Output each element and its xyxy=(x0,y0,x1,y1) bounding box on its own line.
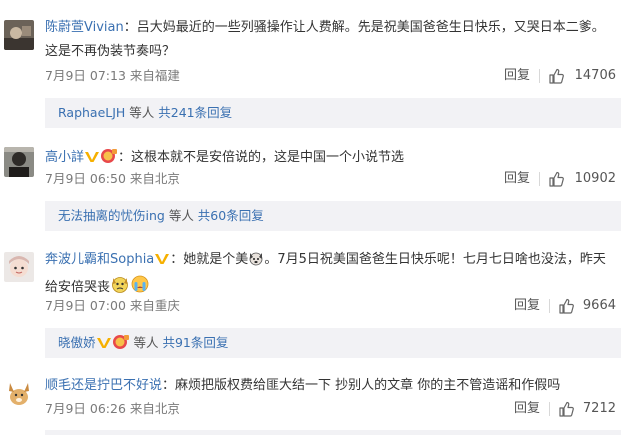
sub-reply-count[interactable]: 共91条回复 xyxy=(162,335,228,350)
thumbs-up-icon[interactable] xyxy=(548,68,564,84)
comment-username[interactable]: 顺毛还是拧巴不好说 xyxy=(45,378,162,393)
comment-username[interactable]: 陈蔚萱Vivian xyxy=(45,20,124,35)
sub-reply-count[interactable]: 共241条回复 xyxy=(158,105,232,120)
vip-badge-icon xyxy=(84,149,100,169)
sub-reply-count[interactable]: 共60条回复 xyxy=(198,208,264,223)
sub-reply-text: 等人 xyxy=(164,208,198,223)
sub-replies-box[interactable]: RaphaeLJH 等人 共241条回复 xyxy=(45,98,621,128)
sub-reply-user[interactable]: 无法抽离的忧伤ing xyxy=(58,208,165,223)
sub-reply-user[interactable]: RaphaeLJH xyxy=(58,105,125,120)
medal-icon xyxy=(112,331,130,361)
avatar[interactable] xyxy=(4,147,34,177)
comment-text: 她就是个美 xyxy=(183,252,249,267)
comment-username[interactable]: 奔波儿霸和Sophia xyxy=(45,252,154,267)
comment-text: 。7月5日祝美国爸爸生日快乐呢！七月七日啥也没法，昨天 xyxy=(264,252,606,267)
sub-reply-text: 等人 xyxy=(125,105,159,120)
vip-badge-icon xyxy=(96,330,112,360)
like-count: 7212 xyxy=(582,401,616,416)
comment-text: 麻烦把版权费给匪大结一下 抄别人的文章 你的主不管造谣和作假吗 xyxy=(175,378,561,393)
colon: ： xyxy=(170,252,184,267)
like-count: 9664 xyxy=(582,298,616,313)
sub-replies-box[interactable]: 晓傲娇 等人 共91条回复 xyxy=(45,328,621,358)
comment-time: 7月9日 07:00 来自重庆 xyxy=(45,298,180,313)
reply-button[interactable]: 回复 xyxy=(506,297,540,315)
medal-icon xyxy=(100,147,118,170)
sub-replies-box[interactable] xyxy=(45,430,621,435)
reply-button[interactable]: 回复 xyxy=(506,400,540,418)
dog-emoji-icon xyxy=(248,250,264,272)
colon: ： xyxy=(162,378,176,393)
like-count: 14706 xyxy=(574,68,616,83)
comment-text: 吕大妈最近的一些列骚操作让人费解。先是祝美国爸爸生日快乐，又哭日本二爹。 xyxy=(136,20,605,35)
comment-time: 7月9日 06:26 来自北京 xyxy=(45,401,180,416)
reply-button[interactable]: 回复 xyxy=(496,170,530,188)
avatar[interactable] xyxy=(4,20,34,50)
comment-time: 7月9日 06:50 来自北京 xyxy=(45,171,180,186)
action-divider xyxy=(539,69,540,83)
colon: ： xyxy=(118,150,132,165)
colon: ： xyxy=(123,20,137,35)
avatar[interactable] xyxy=(4,252,34,282)
sub-replies-box[interactable]: 无法抽离的忧伤ing 等人 共60条回复 xyxy=(45,201,621,231)
comment-text-line2: 这是不再伪装节奏吗？ xyxy=(45,44,176,59)
comment-text: 这根本就不是安倍说的，这是中国一个小说节选 xyxy=(131,150,405,165)
like-count: 10902 xyxy=(574,171,616,186)
vip-badge-icon xyxy=(154,251,170,271)
action-divider xyxy=(549,299,550,313)
action-divider xyxy=(539,172,540,186)
sub-reply-user[interactable]: 晓傲娇 xyxy=(58,335,96,350)
avatar[interactable] xyxy=(4,378,34,408)
comment-text-line2: 给安倍哭丧 xyxy=(45,280,111,295)
comment-username[interactable]: 高小詳 xyxy=(45,150,84,165)
thumbs-up-icon[interactable] xyxy=(548,171,564,187)
comment-time: 7月9日 07:13 来自福建 xyxy=(45,68,180,83)
action-divider xyxy=(549,402,550,416)
sub-reply-text: 等人 xyxy=(129,335,163,350)
reply-button[interactable]: 回复 xyxy=(496,67,530,85)
